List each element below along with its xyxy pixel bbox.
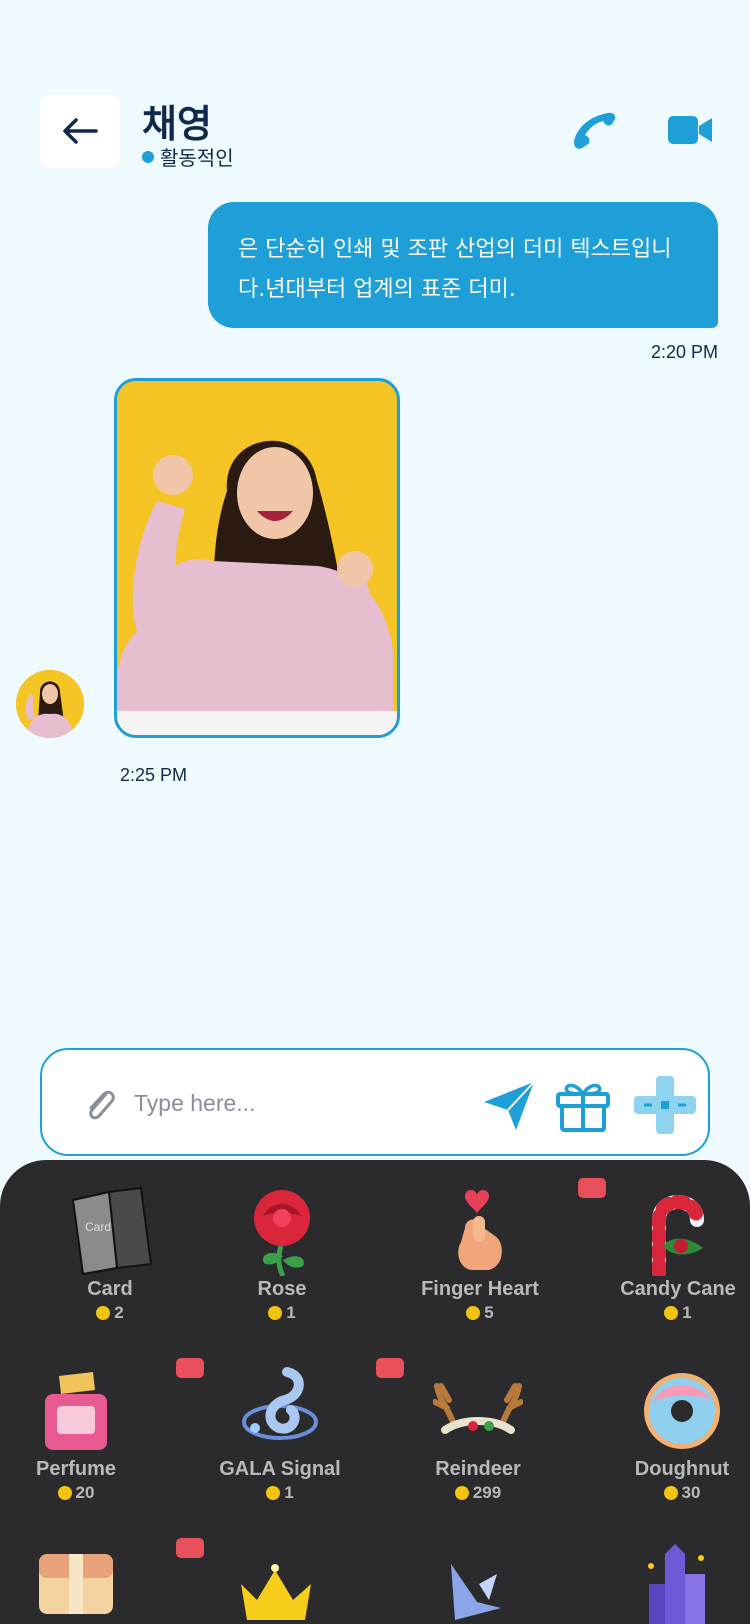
- plus-icon[interactable]: [632, 1074, 698, 1136]
- online-status: 활동적인: [142, 142, 234, 171]
- coin-icon: [266, 1486, 281, 1500]
- treasure-chest-icon: [39, 1554, 113, 1614]
- back-button[interactable]: [40, 95, 120, 167]
- outgoing-message-bubble: 은 단순히 인쇄 및 조판 산업의 더미 텍스트입니다.년대부터 업계의 표준 …: [208, 202, 718, 328]
- gift-name: Finger Heart: [421, 1278, 539, 1300]
- crystal-icon: [451, 1564, 501, 1620]
- perfume-icon: [45, 1372, 107, 1450]
- coin-icon: [466, 1306, 481, 1320]
- coin-icon: [57, 1486, 72, 1500]
- gift-item-castle[interactable]: [586, 1544, 750, 1624]
- gala-signal-icon: [242, 1367, 318, 1440]
- gift-item-perfume[interactable]: Perfume 20: [0, 1366, 166, 1503]
- gift-item-reindeer[interactable]: Reindeer 299: [388, 1366, 568, 1503]
- finger-heart-icon: [458, 1190, 502, 1270]
- castle-icon: [648, 1544, 705, 1624]
- gift-price: 1: [192, 1303, 372, 1323]
- rose-icon: [254, 1190, 310, 1276]
- gift-price: 30: [592, 1483, 750, 1503]
- coin-icon: [664, 1306, 679, 1320]
- gift-item-rose[interactable]: Rose 1: [192, 1186, 372, 1323]
- chat-header: 채영 활동적인: [0, 0, 750, 180]
- paperclip-icon[interactable]: [82, 1084, 118, 1124]
- gift-item-gala-signal[interactable]: GALA Signal 1: [190, 1366, 370, 1503]
- coin-icon: [663, 1486, 678, 1500]
- svg-text:Card: Card: [85, 1220, 111, 1234]
- gift-name: Candy Cane: [620, 1278, 736, 1300]
- message-timestamp: 2:25 PM: [120, 765, 188, 785]
- gift-name: Doughnut: [634, 1458, 730, 1480]
- message-input[interactable]: [134, 1078, 454, 1128]
- gift-panel: Card Card 2 Rose 1 Finger Heart 5 Candy …: [0, 1160, 750, 1624]
- message-composer: [40, 1048, 710, 1156]
- gift-name: GALA Signal: [219, 1458, 341, 1480]
- send-icon[interactable]: [482, 1080, 536, 1132]
- status-dot: [142, 150, 154, 163]
- status-label: 활동적인: [160, 146, 234, 170]
- avatar-image: [16, 670, 84, 738]
- gift-item-card[interactable]: Card Card 2: [20, 1186, 200, 1323]
- coin-icon: [268, 1306, 283, 1320]
- gift-price: 20: [0, 1483, 166, 1503]
- gift-price: 5: [390, 1303, 570, 1323]
- incoming-image-message[interactable]: [114, 378, 400, 738]
- gift-price: 1: [588, 1303, 750, 1323]
- gift-item-doughnut[interactable]: Doughnut 30: [592, 1366, 750, 1503]
- arrow-left-icon: [63, 118, 98, 144]
- message-timestamp: 2:20 PM: [650, 342, 718, 362]
- coin-icon: [96, 1306, 111, 1320]
- phone-icon[interactable]: [568, 108, 618, 158]
- sender-avatar[interactable]: [16, 670, 84, 738]
- gift-item-finger-heart[interactable]: Finger Heart 5: [390, 1186, 570, 1323]
- crown-icon: [241, 1564, 311, 1620]
- coin-icon: [454, 1486, 469, 1500]
- gift-item-crystal[interactable]: [386, 1544, 566, 1624]
- candy-cane-icon: [652, 1195, 704, 1276]
- contact-name: 채영: [142, 102, 212, 146]
- video-camera-icon[interactable]: [668, 112, 712, 148]
- gift-icon[interactable]: [554, 1078, 612, 1132]
- gift-item-treasure-chest[interactable]: [0, 1544, 166, 1624]
- gift-price: 1: [190, 1483, 370, 1503]
- gift-name: Rose: [257, 1278, 307, 1300]
- gift-item-candy-cane[interactable]: Candy Cane 1: [588, 1186, 750, 1323]
- card-icon: Card: [71, 1186, 153, 1276]
- gift-name: Reindeer: [435, 1458, 521, 1480]
- doughnut-icon: [644, 1373, 720, 1449]
- gift-name: Perfume: [35, 1458, 117, 1480]
- gift-price: 2: [20, 1303, 200, 1323]
- gift-price: 299: [388, 1483, 568, 1503]
- gift-item-crown[interactable]: [186, 1544, 366, 1624]
- photo-image: [117, 381, 397, 735]
- reindeer-icon: [433, 1383, 523, 1434]
- gift-name: Card: [87, 1278, 133, 1300]
